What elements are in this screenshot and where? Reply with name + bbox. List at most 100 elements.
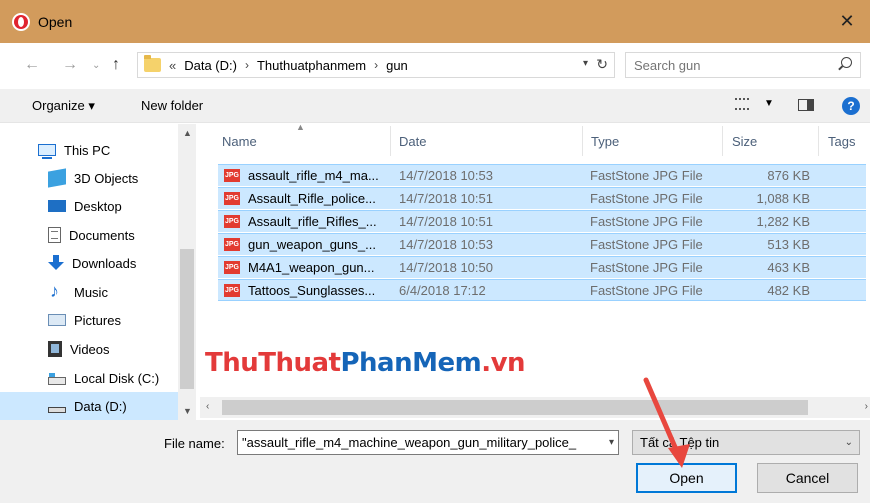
watermark-part: PhanMem [340, 348, 482, 378]
chevron-down-icon[interactable]: ⌄ [845, 437, 853, 448]
horizontal-scroll-thumb[interactable] [222, 400, 808, 415]
file-date: 14/7/2018 10:53 [399, 237, 493, 252]
scroll-down-icon[interactable]: ▼ [183, 406, 192, 416]
nav-item-label: Documents [69, 227, 135, 243]
file-size: 1,282 KB [756, 214, 811, 229]
file-name-dropdown-icon[interactable]: ▾ [609, 437, 614, 448]
search-input[interactable] [626, 53, 816, 77]
nav-item-pictures[interactable]: Pictures [0, 306, 178, 334]
music-icon [48, 281, 66, 302]
nav-item-3d-objects[interactable]: 3D Objects [0, 164, 178, 192]
column-divider[interactable] [582, 126, 583, 156]
nav-item-label: Music [74, 284, 108, 300]
nav-item-desktop[interactable]: Desktop [0, 192, 178, 220]
forward-arrow-icon[interactable]: → [62, 56, 78, 74]
address-dropdown-icon[interactable]: ▾ [583, 58, 588, 69]
desktop-icon [48, 200, 66, 212]
sort-ascending-icon: ▲ [296, 122, 305, 132]
scroll-up-icon[interactable]: ▲ [183, 128, 192, 138]
help-icon[interactable]: ? [842, 97, 860, 115]
file-name: gun_weapon_guns_... [248, 237, 376, 252]
nav-item-documents[interactable]: Documents [0, 221, 178, 249]
scroll-right-icon[interactable]: › [865, 401, 868, 412]
file-type-filter[interactable]: Tất cả Tệp tin ⌄ [632, 430, 860, 455]
up-arrow-icon[interactable]: ↑ [112, 56, 120, 74]
nav-item-downloads[interactable]: Downloads [0, 249, 178, 277]
file-name: M4A1_weapon_gun... [248, 260, 375, 275]
column-header-name[interactable]: Name [222, 124, 257, 158]
file-date: 14/7/2018 10:50 [399, 260, 493, 275]
refresh-icon[interactable]: ↻ [596, 56, 608, 73]
column-divider[interactable] [390, 126, 391, 156]
pictures-icon [48, 314, 66, 326]
new-folder-button[interactable]: New folder [141, 98, 203, 113]
nav-item-label: Videos [70, 341, 110, 357]
breadcrumb-overflow[interactable]: « [169, 58, 176, 73]
file-size: 463 KB [767, 260, 810, 275]
file-row[interactable]: JPG assault_rifle_m4_ma... 14/7/2018 10:… [218, 164, 866, 186]
file-type: FastStone JPG File [590, 237, 703, 252]
file-row[interactable]: JPG Tattoos_Sunglasses... 6/4/2018 17:12… [218, 279, 866, 301]
folder-icon [144, 55, 161, 72]
file-name-field[interactable]: ▾ [237, 430, 619, 455]
breadcrumb-gun[interactable]: gun [386, 58, 408, 73]
file-size: 876 KB [767, 168, 810, 183]
cancel-button[interactable]: Cancel [757, 463, 858, 493]
back-arrow-icon[interactable]: ← [24, 56, 40, 74]
nav-item-local-disk-c[interactable]: Local Disk (C:) [0, 364, 178, 392]
horizontal-scrollbar[interactable]: ‹ › [200, 397, 870, 418]
file-row[interactable]: JPG M4A1_weapon_gun... 14/7/2018 10:50 F… [218, 256, 866, 278]
jpg-file-icon: JPG [224, 192, 240, 205]
watermark-part: .vn [481, 348, 526, 378]
organize-button[interactable]: Organize ▾ [32, 98, 95, 114]
column-divider[interactable] [722, 126, 723, 156]
recent-dropdown-icon[interactable]: ⌄ [92, 60, 100, 71]
nav-item-this-pc[interactable]: This PC [0, 136, 178, 164]
column-header-size[interactable]: Size [732, 124, 757, 158]
file-date: 14/7/2018 10:51 [399, 191, 493, 206]
search-box[interactable] [625, 52, 861, 78]
file-name-input[interactable] [238, 431, 598, 454]
nav-item-label: Local Disk (C:) [74, 370, 160, 386]
search-icon[interactable] [841, 57, 852, 68]
jpg-file-icon: JPG [224, 169, 240, 182]
breadcrumb-separator[interactable]: › [245, 58, 249, 72]
column-divider[interactable] [818, 126, 819, 156]
command-toolbar: Organize ▾ New folder ▼ ? [0, 89, 870, 123]
nav-item-music[interactable]: Music [0, 278, 178, 306]
close-icon[interactable]: ✕ [824, 0, 870, 43]
nav-scroll-thumb[interactable] [180, 249, 194, 389]
column-header-type[interactable]: Type [591, 124, 619, 158]
jpg-file-icon: JPG [224, 215, 240, 228]
nav-item-videos[interactable]: Videos [0, 335, 178, 363]
file-size: 482 KB [767, 283, 810, 298]
scroll-left-icon[interactable]: ‹ [206, 401, 209, 412]
column-header-tags[interactable]: Tags [828, 124, 855, 158]
column-header-date[interactable]: Date [399, 124, 426, 158]
file-row[interactable]: JPG gun_weapon_guns_... 14/7/2018 10:53 … [218, 233, 866, 255]
file-size: 1,088 KB [756, 191, 811, 206]
view-options-icon[interactable] [735, 98, 749, 110]
file-row[interactable]: JPG Assault_Rifle_police... 14/7/2018 10… [218, 187, 866, 209]
data-drive-icon [48, 407, 66, 413]
address-bar[interactable]: « Data (D:) › Thuthuatphanmem › gun ▾ ↻ [137, 52, 615, 78]
breadcrumb-thuthuatphanmem[interactable]: Thuthuatphanmem [257, 58, 366, 73]
preview-pane-icon[interactable] [798, 99, 814, 111]
nav-item-label: This PC [64, 142, 111, 158]
videos-icon [48, 341, 62, 357]
file-type: FastStone JPG File [590, 260, 703, 275]
nav-item-data-d[interactable]: Data (D:) [0, 392, 178, 420]
file-size: 513 KB [767, 237, 810, 252]
nav-item-label: Pictures [74, 312, 121, 328]
open-button[interactable]: Open [636, 463, 737, 493]
file-date: 14/7/2018 10:53 [399, 168, 493, 183]
jpg-file-icon: JPG [224, 284, 240, 297]
window-title: Open [38, 13, 73, 30]
file-row[interactable]: JPG Assault_rifle_Rifles_... 14/7/2018 1… [218, 210, 866, 232]
file-name: assault_rifle_m4_ma... [248, 168, 379, 183]
nav-scrollbar[interactable]: ▲ ▼ [178, 124, 196, 420]
nav-item-label: Desktop [74, 198, 122, 214]
breadcrumb-separator[interactable]: › [374, 58, 378, 72]
breadcrumb-data-drive[interactable]: Data (D:) [184, 58, 237, 73]
view-dropdown-icon[interactable]: ▼ [764, 98, 774, 109]
